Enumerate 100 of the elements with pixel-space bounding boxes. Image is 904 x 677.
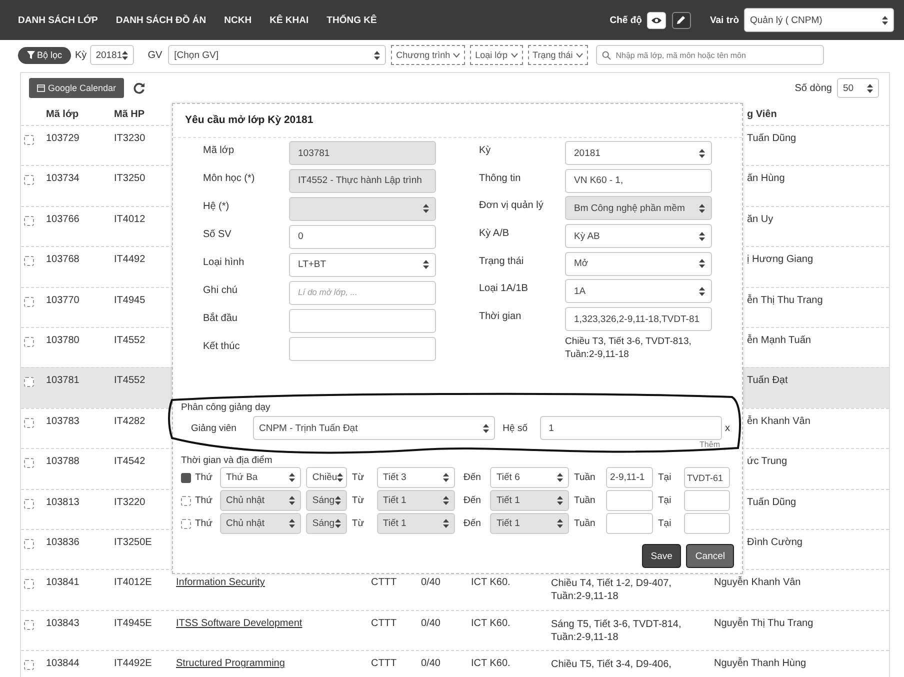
- table-cell-text: 103780: [46, 334, 80, 346]
- checkbox[interactable]: [24, 296, 34, 307]
- period-select[interactable]: Tiết 6: [490, 467, 569, 488]
- period-select[interactable]: Tiết 1: [376, 513, 456, 534]
- filter-dropdown[interactable]: Trạng thái: [528, 45, 588, 65]
- field-label: Từ: [350, 495, 366, 506]
- period-select[interactable]: Tiết 1: [490, 490, 569, 511]
- updown-icon: [699, 232, 705, 241]
- course-link[interactable]: Information Security: [176, 577, 265, 588]
- filter-button[interactable]: Bộ lọc: [18, 46, 72, 64]
- field-label: Thời gian: [479, 310, 522, 322]
- add-link[interactable]: Thêm: [700, 440, 720, 449]
- input-field[interactable]: 1,323,326,2-9,11-18,TVDT-81: [565, 307, 712, 332]
- input-field[interactable]: [684, 513, 730, 534]
- table-cell-text: Tuấn Dũng: [746, 132, 798, 144]
- input-field[interactable]: [289, 308, 436, 333]
- select-field[interactable]: LT+BT: [289, 252, 436, 277]
- dialog-button[interactable]: Cancel: [686, 544, 734, 568]
- checkbox[interactable]: [181, 472, 191, 482]
- checkbox[interactable]: [24, 216, 34, 226]
- input-field[interactable]: Lí do mở lớp, ...: [289, 280, 436, 305]
- teacher-select[interactable]: CNPM - Trịnh Tuấn Đạt: [253, 416, 495, 440]
- teacher-select[interactable]: [Chọn GV]: [168, 45, 386, 65]
- checkbox[interactable]: [24, 336, 34, 347]
- table-cell-text: 103770: [46, 294, 80, 306]
- filter-dropdown[interactable]: Chương trình: [391, 45, 466, 65]
- table-cell-text: 103734: [46, 172, 80, 184]
- checkbox[interactable]: [24, 377, 34, 388]
- checkbox[interactable]: [24, 538, 34, 549]
- checkbox[interactable]: [181, 496, 191, 506]
- input-field[interactable]: 2-9,11-1: [606, 467, 653, 488]
- table-cell-text: 103783: [46, 414, 80, 427]
- table-cell-text: Nguyễn Thanh Hùng: [714, 656, 808, 670]
- input-field[interactable]: [289, 336, 436, 361]
- day-select[interactable]: Chủ nhật: [220, 513, 302, 534]
- rows-select[interactable]: 50: [837, 78, 879, 98]
- field-label: Loại 1A/1B: [479, 282, 529, 294]
- period-select[interactable]: Tiết 1: [490, 513, 569, 534]
- nav-link[interactable]: KÊ KHAI: [270, 14, 309, 26]
- role-label: Vai trò: [710, 14, 739, 26]
- nav-link[interactable]: NCKH: [224, 14, 252, 26]
- session-select[interactable]: Sáng: [306, 513, 347, 534]
- checkbox[interactable]: [24, 256, 34, 266]
- period-select[interactable]: Tiết 3: [376, 467, 456, 488]
- calendar-icon: [37, 84, 45, 92]
- edit-mode-button[interactable]: [672, 12, 691, 28]
- column-header: g Viên: [746, 108, 778, 120]
- view-mode-button[interactable]: [646, 12, 666, 28]
- dialog-button[interactable]: Save: [642, 544, 682, 568]
- role-select[interactable]: Quản lý ( CNPM): [744, 8, 894, 32]
- select-field[interactable]: Mở: [565, 252, 712, 276]
- select-field[interactable]: 1A: [565, 279, 712, 304]
- input-field[interactable]: [606, 513, 653, 534]
- nav-link[interactable]: THỐNG KÊ: [326, 14, 377, 26]
- course-link[interactable]: Structured Programming: [176, 658, 285, 670]
- course-link[interactable]: ITSS Software Development: [176, 618, 302, 629]
- google-calendar-button[interactable]: Google Calendar: [29, 78, 124, 98]
- search-icon: [602, 51, 611, 60]
- select-field[interactable]: 20181: [565, 141, 712, 165]
- checkbox[interactable]: [24, 458, 34, 468]
- checkbox[interactable]: [24, 620, 34, 630]
- input-field[interactable]: VN K60 - 1,: [565, 168, 712, 193]
- day-select[interactable]: Chủ nhật: [220, 490, 302, 511]
- field-label: Thông tin: [479, 172, 522, 184]
- input-field[interactable]: 0: [289, 224, 436, 249]
- table-cell-text: ICT K60.: [471, 616, 512, 629]
- select-field[interactable]: Kỳ AB: [565, 224, 712, 248]
- checkbox[interactable]: [181, 518, 191, 528]
- term-select[interactable]: 20181: [90, 45, 134, 65]
- checkbox[interactable]: [24, 418, 34, 428]
- input-field[interactable]: 1: [540, 416, 722, 440]
- updown-icon: [443, 519, 450, 528]
- field-label: Trạng thái: [479, 254, 525, 267]
- input-field[interactable]: [606, 490, 653, 511]
- session-select[interactable]: Sáng: [306, 490, 347, 511]
- checkbox[interactable]: [24, 175, 34, 186]
- input-field[interactable]: TVDT-61: [684, 467, 730, 488]
- table-cell-text: Đình Cường: [746, 536, 804, 548]
- table-cell-text: IT4542: [114, 455, 146, 468]
- period-select[interactable]: Tiết 1: [376, 490, 456, 511]
- field-label: Kỳ: [479, 144, 492, 156]
- nav-link[interactable]: DANH SÁCH LỚP: [18, 14, 98, 26]
- updown-icon: [867, 84, 873, 92]
- checkbox[interactable]: [24, 579, 34, 590]
- checkbox[interactable]: [24, 660, 34, 670]
- field-label: Thứ: [195, 495, 214, 506]
- updown-icon: [443, 496, 450, 505]
- table-cell-text: IT4492E: [114, 657, 153, 670]
- search-field[interactable]: Nhập mã lớp, mã môn hoặc tên môn: [596, 45, 824, 65]
- remove-button[interactable]: x: [722, 422, 730, 434]
- checkbox[interactable]: [24, 135, 34, 145]
- table-cell-text: 103729: [46, 132, 80, 144]
- field-label: Loại hình: [203, 256, 246, 268]
- chevron-icon: [453, 52, 460, 58]
- nav-link[interactable]: DANH SÁCH ĐỒ ÁN: [116, 14, 206, 26]
- input-field[interactable]: [684, 490, 730, 511]
- filter-dropdown[interactable]: Loại lớp: [470, 45, 523, 65]
- session-select[interactable]: Chiều: [306, 467, 347, 488]
- day-select[interactable]: Thứ Ba: [220, 467, 302, 488]
- checkbox[interactable]: [24, 498, 34, 509]
